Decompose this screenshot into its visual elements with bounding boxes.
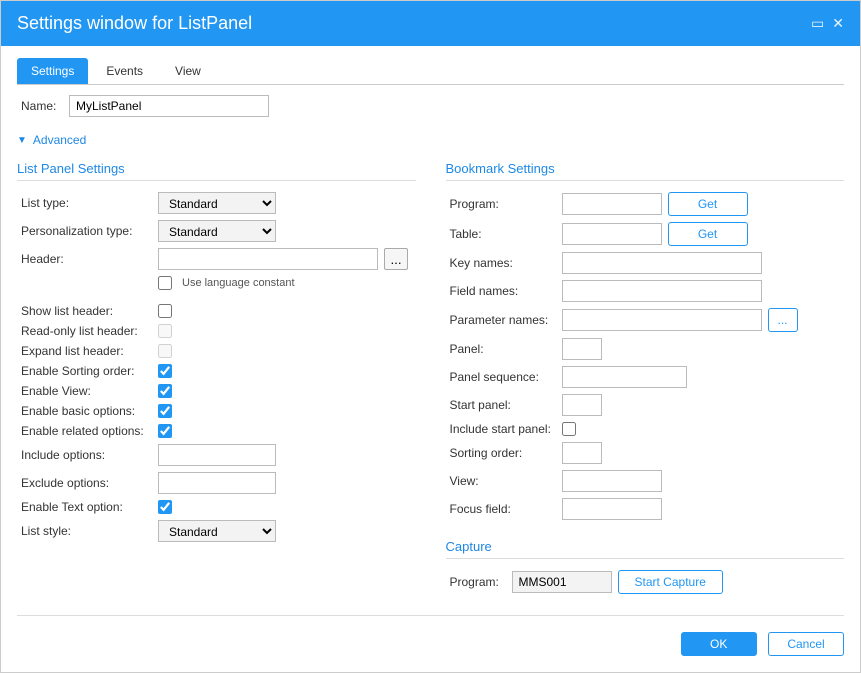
exclude-opts-label: Exclude options: bbox=[17, 476, 152, 490]
window-title: Settings window for ListPanel bbox=[17, 13, 252, 34]
enable-sorting-label: Enable Sorting order: bbox=[17, 364, 152, 378]
list-type-label: List type: bbox=[17, 196, 152, 210]
maximize-icon[interactable]: ▭ bbox=[811, 15, 824, 32]
cancel-button[interactable]: Cancel bbox=[768, 632, 844, 656]
includestart-label: Include start panel: bbox=[446, 422, 556, 436]
table-get-button[interactable]: Get bbox=[668, 222, 748, 246]
exclude-opts-input[interactable] bbox=[158, 472, 276, 494]
sortorder-label: Sorting order: bbox=[446, 446, 556, 460]
tab-view[interactable]: View bbox=[161, 58, 215, 84]
close-icon[interactable]: ✕ bbox=[832, 15, 844, 32]
tab-settings[interactable]: Settings bbox=[17, 58, 88, 84]
enable-text-checkbox[interactable] bbox=[158, 500, 172, 514]
start-capture-button[interactable]: Start Capture bbox=[618, 570, 723, 594]
enable-sorting-checkbox[interactable] bbox=[158, 364, 172, 378]
keynames-input[interactable] bbox=[562, 252, 762, 274]
capture-program-input bbox=[512, 571, 612, 593]
advanced-toggle[interactable]: ▼ Advanced bbox=[17, 127, 844, 157]
panelseq-input[interactable] bbox=[562, 366, 687, 388]
program-get-button[interactable]: Get bbox=[668, 192, 748, 216]
panel-input[interactable] bbox=[562, 338, 602, 360]
show-header-checkbox[interactable] bbox=[158, 304, 172, 318]
enable-text-label: Enable Text option: bbox=[17, 500, 152, 514]
table-input[interactable] bbox=[562, 223, 662, 245]
startpanel-input[interactable] bbox=[562, 394, 602, 416]
table-label: Table: bbox=[446, 227, 556, 241]
advanced-label: Advanced bbox=[33, 133, 86, 147]
titlebar: Settings window for ListPanel ▭ ✕ bbox=[1, 1, 860, 46]
expand-header-checkbox bbox=[158, 344, 172, 358]
enable-related-checkbox[interactable] bbox=[158, 424, 172, 438]
caret-down-icon: ▼ bbox=[17, 135, 27, 146]
sortorder-input[interactable] bbox=[562, 442, 602, 464]
fieldnames-input[interactable] bbox=[562, 280, 762, 302]
enable-related-label: Enable related options: bbox=[17, 424, 152, 438]
tab-events[interactable]: Events bbox=[92, 58, 157, 84]
pers-type-select[interactable]: Standard bbox=[158, 220, 276, 242]
bookmark-title: Bookmark Settings bbox=[446, 157, 845, 181]
name-input[interactable] bbox=[69, 95, 269, 117]
enable-view-checkbox[interactable] bbox=[158, 384, 172, 398]
paramnames-label: Parameter names: bbox=[446, 313, 556, 327]
header-input[interactable] bbox=[158, 248, 378, 270]
keynames-label: Key names: bbox=[446, 256, 556, 270]
view-label: View: bbox=[446, 474, 556, 488]
includestart-checkbox[interactable] bbox=[562, 422, 576, 436]
expand-header-label: Expand list header: bbox=[17, 344, 152, 358]
list-type-select[interactable]: Standard bbox=[158, 192, 276, 214]
enable-basic-label: Enable basic options: bbox=[17, 404, 152, 418]
pers-type-label: Personalization type: bbox=[17, 224, 152, 238]
focusfield-input[interactable] bbox=[562, 498, 662, 520]
paramnames-browse-button[interactable]: ... bbox=[768, 308, 798, 332]
list-style-select[interactable]: Standard bbox=[158, 520, 276, 542]
list-style-label: List style: bbox=[17, 524, 152, 538]
focusfield-label: Focus field: bbox=[446, 502, 556, 516]
name-label: Name: bbox=[21, 99, 69, 113]
view-input[interactable] bbox=[562, 470, 662, 492]
paramnames-input[interactable] bbox=[562, 309, 762, 331]
list-panel-title: List Panel Settings bbox=[17, 157, 416, 181]
show-header-label: Show list header: bbox=[17, 304, 152, 318]
ok-button[interactable]: OK bbox=[681, 632, 757, 656]
program-label: Program: bbox=[446, 197, 556, 211]
readonly-header-checkbox bbox=[158, 324, 172, 338]
capture-program-label: Program: bbox=[446, 575, 506, 589]
include-opts-label: Include options: bbox=[17, 448, 152, 462]
program-input[interactable] bbox=[562, 193, 662, 215]
panel-label: Panel: bbox=[446, 342, 556, 356]
fieldnames-label: Field names: bbox=[446, 284, 556, 298]
header-label: Header: bbox=[17, 252, 152, 266]
panelseq-label: Panel sequence: bbox=[446, 370, 556, 384]
readonly-header-label: Read-only list header: bbox=[17, 324, 152, 338]
enable-view-label: Enable View: bbox=[17, 384, 152, 398]
lang-const-checkbox[interactable] bbox=[158, 276, 172, 290]
enable-basic-checkbox[interactable] bbox=[158, 404, 172, 418]
tabs: Settings Events View bbox=[17, 46, 844, 85]
startpanel-label: Start panel: bbox=[446, 398, 556, 412]
capture-title: Capture bbox=[446, 535, 845, 559]
lang-const-label: Use language constant bbox=[178, 277, 295, 289]
include-opts-input[interactable] bbox=[158, 444, 276, 466]
header-browse-button[interactable]: ... bbox=[384, 248, 408, 270]
